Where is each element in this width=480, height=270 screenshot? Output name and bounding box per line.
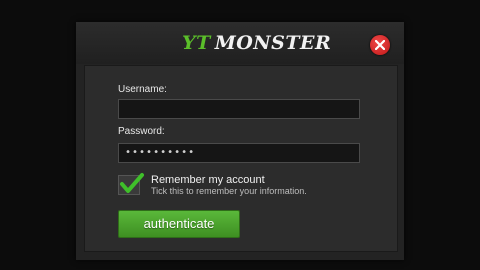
username-label: Username: (118, 84, 167, 95)
logo-monster: MONSTER (214, 32, 332, 54)
password-field[interactable]: •••••••••• (118, 143, 360, 163)
remember-checkbox[interactable] (118, 173, 144, 195)
remember-label: Remember my account (151, 174, 265, 186)
app-logo: YT MONSTER (182, 32, 331, 54)
authenticate-button[interactable]: authenticate (118, 210, 240, 238)
username-field[interactable] (118, 99, 360, 119)
checkmark-icon (120, 173, 144, 193)
close-icon (375, 40, 385, 50)
remember-hint: Tick this to remember your information. (151, 186, 307, 196)
logo-yt: YT (182, 32, 211, 54)
close-button[interactable] (370, 35, 390, 55)
password-label: Password: (118, 126, 165, 137)
